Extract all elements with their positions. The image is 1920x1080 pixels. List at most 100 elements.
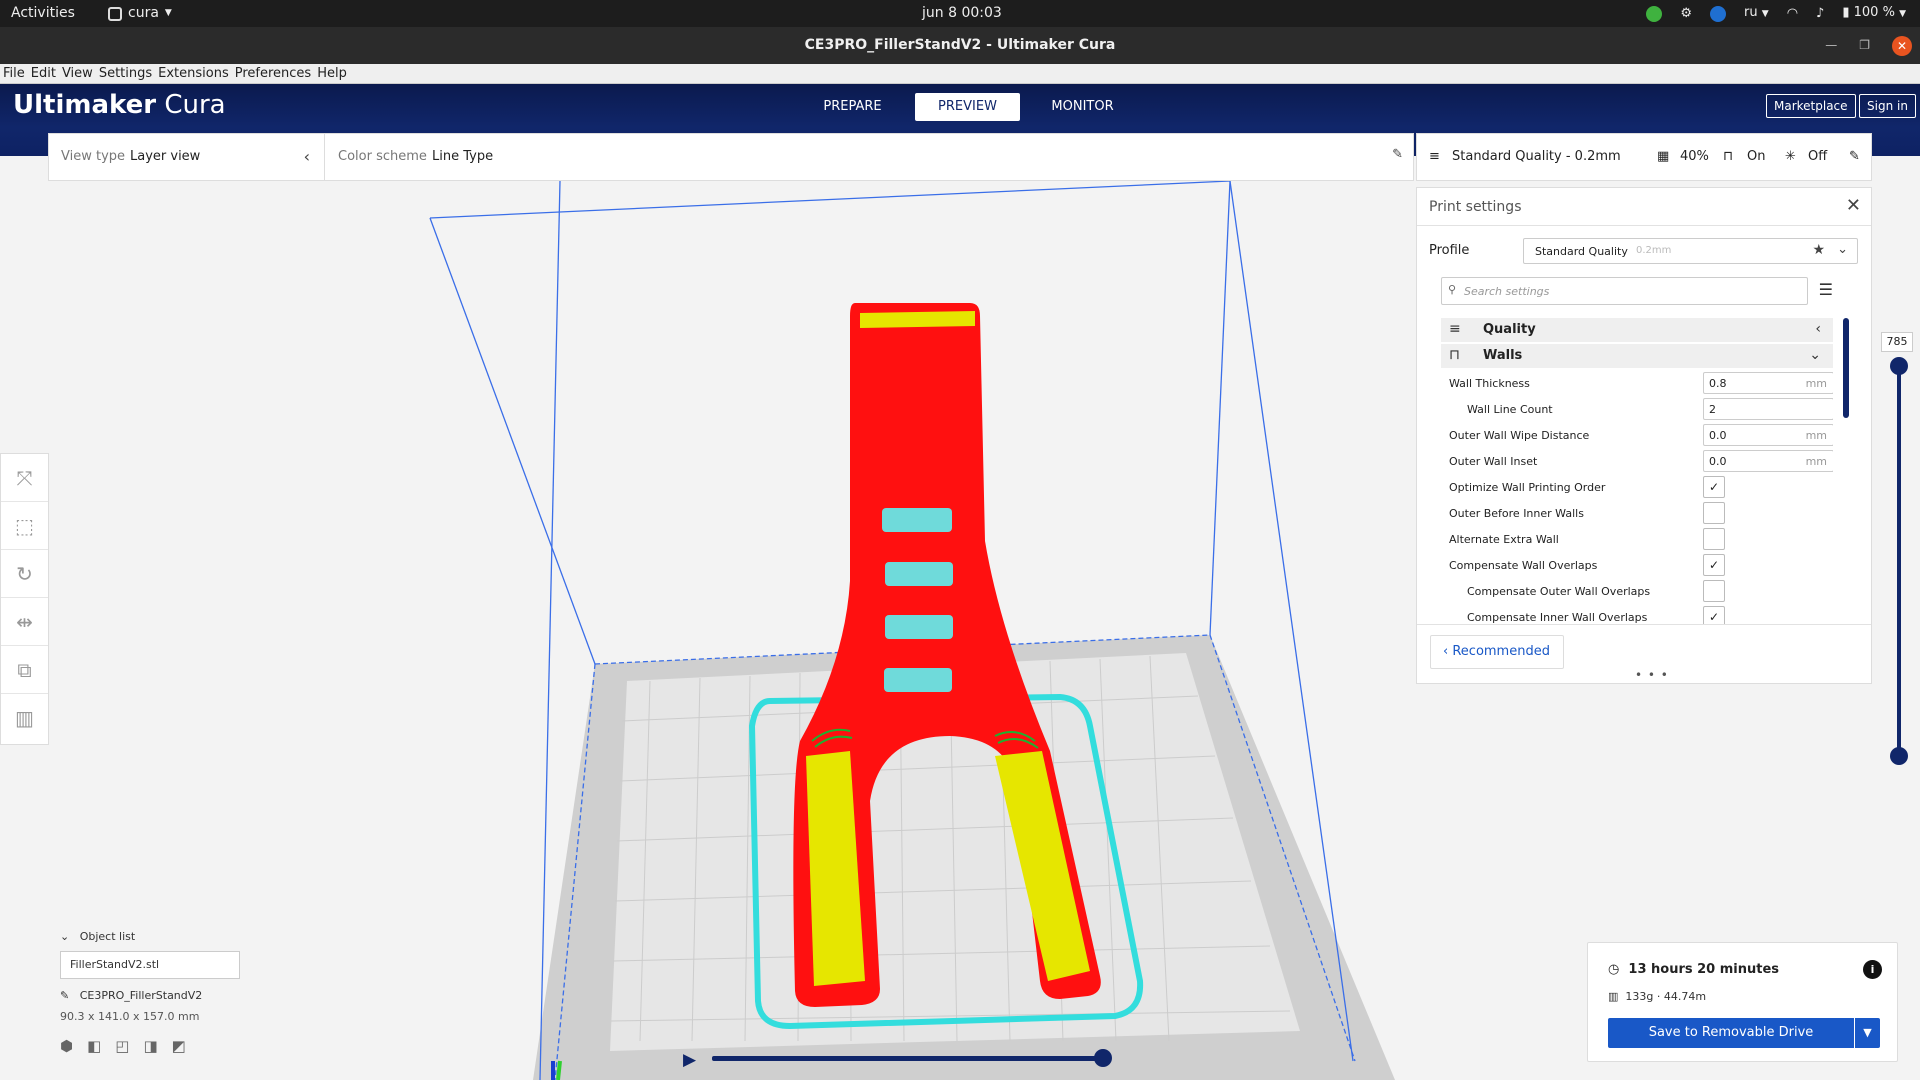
battery-status[interactable]: ▮ 100 % ▼ xyxy=(1842,0,1906,28)
chevron-down-icon: ⌄ xyxy=(1809,347,1821,363)
settings-scrollbar[interactable] xyxy=(1843,318,1849,418)
search-input[interactable]: ⚲ Search settings xyxy=(1441,277,1808,305)
path-slider-handle[interactable] xyxy=(1094,1049,1112,1067)
menu-view[interactable]: View xyxy=(62,64,93,83)
right-view-icon[interactable]: ◩ xyxy=(172,1037,186,1055)
menu-edit[interactable]: Edit xyxy=(31,64,56,83)
quality-icon: ≡ xyxy=(1449,321,1461,337)
brand-bold: Ultimaker xyxy=(13,90,157,120)
setting-optimize-wall-printing-order: Optimize Wall Printing Order ✓ xyxy=(1441,474,1833,500)
close-window-icon[interactable]: ✕ xyxy=(1892,35,1912,56)
model-slot-4 xyxy=(884,668,952,692)
move-tool-icon[interactable]: ⤧ xyxy=(1,454,48,502)
profile-value: Standard Quality xyxy=(1535,245,1628,258)
star-icon[interactable]: ★ xyxy=(1812,242,1825,258)
resize-handle-icon[interactable]: • • • xyxy=(1635,668,1669,682)
front-view-icon[interactable]: ◧ xyxy=(87,1037,101,1055)
update-status-icon[interactable] xyxy=(1646,5,1663,22)
project-name-row[interactable]: ✎ CE3PRO_FillerStandV2 xyxy=(60,989,360,1002)
system-tray[interactable]: ⚙ ru ▼ ◠ ♪ ▮ 100 % ▼ xyxy=(1646,0,1906,27)
volume-icon[interactable]: ♪ xyxy=(1816,0,1824,27)
color-scheme-value: Line Type xyxy=(432,149,494,164)
compensate-wall-overlaps-checkbox[interactable]: ✓ xyxy=(1703,554,1725,576)
profile-dropdown[interactable]: Standard Quality 0.2mm ★ ⌄ xyxy=(1523,238,1858,264)
layer-slider-track[interactable] xyxy=(1897,362,1901,756)
setting-label: Wall Thickness xyxy=(1449,377,1530,390)
wall-line-count-input[interactable]: 2 xyxy=(1703,398,1833,420)
support-blocker-icon[interactable]: ▥ xyxy=(1,694,48,742)
left-view-icon[interactable]: ◨ xyxy=(143,1037,157,1055)
field-unit: mm xyxy=(1805,429,1827,442)
axis-y xyxy=(556,1060,562,1080)
field-unit: mm xyxy=(1805,377,1827,390)
print-setup-bar[interactable]: ≡ Standard Quality - 0.2mm ▦ 40% ⊓ On ✳ … xyxy=(1416,133,1872,181)
compensate-outer-wall-overlaps-checkbox[interactable] xyxy=(1703,580,1725,602)
layer-slider-upper-handle[interactable] xyxy=(1890,357,1908,375)
profile-layer-height: 0.2mm xyxy=(1636,245,1672,256)
outer-before-inner-checkbox[interactable] xyxy=(1703,502,1725,524)
clock-icon: ◷ xyxy=(1608,962,1620,977)
scale-tool-icon[interactable]: ⬚ xyxy=(1,502,48,550)
save-to-removable-drive-button[interactable]: Save to Removable Drive xyxy=(1608,1018,1854,1048)
category-walls[interactable]: ⊓ Walls ⌄ xyxy=(1441,344,1833,368)
top-view-icon[interactable]: ◰ xyxy=(115,1037,129,1055)
print-time-value: 13 hours 20 minutes xyxy=(1628,962,1780,977)
app-menu[interactable]: cura ▼ xyxy=(108,0,172,27)
hp-printer-icon[interactable] xyxy=(1710,5,1727,22)
wifi-icon[interactable]: ◠ xyxy=(1787,0,1798,27)
tab-preview[interactable]: PREVIEW xyxy=(915,93,1020,121)
print-settings-header: Print settings ✕ xyxy=(1417,188,1871,226)
setting-outer-before-inner-walls: Outer Before Inner Walls xyxy=(1441,500,1833,526)
category-quality[interactable]: ≡ Quality ‹ xyxy=(1441,318,1833,342)
menu-file[interactable]: File xyxy=(3,64,25,83)
clock[interactable]: jun 8 00:03 xyxy=(922,0,1002,27)
layer-slider-lower-handle[interactable] xyxy=(1890,747,1908,765)
outer-wall-wipe-distance-input[interactable]: 0.0 mm xyxy=(1703,424,1833,446)
info-icon[interactable]: i xyxy=(1863,960,1882,979)
close-icon[interactable]: ✕ xyxy=(1846,195,1861,216)
recommended-button[interactable]: ‹ Recommended xyxy=(1430,635,1564,669)
chevron-down-icon: ▼ xyxy=(1899,9,1906,19)
menu-help[interactable]: Help xyxy=(317,64,347,83)
layer-number-input[interactable]: 785 xyxy=(1881,332,1913,352)
settings-menu-icon[interactable]: ☰ xyxy=(1819,280,1833,299)
sign-in-button[interactable]: Sign in xyxy=(1859,94,1916,118)
3d-view-icon[interactable]: ⬢ xyxy=(60,1037,73,1055)
activities-button[interactable]: Activities xyxy=(11,0,75,27)
pencil-icon[interactable]: ✎ xyxy=(1392,147,1403,162)
object-list-toggle[interactable]: ⌄ Object list xyxy=(60,930,360,943)
tab-prepare[interactable]: PREPARE xyxy=(800,93,905,121)
view-settings-bar: View type Layer view ‹ Color scheme Line… xyxy=(48,133,1414,181)
keyboard-layout[interactable]: ru ▼ xyxy=(1744,0,1769,28)
settings-list: ≡ Quality ‹ ⊓ Walls ⌄ Wall Thickness 0.8… xyxy=(1441,318,1833,624)
print-settings-panel: Print settings ✕ Profile Standard Qualit… xyxy=(1416,187,1872,684)
chevron-left-icon[interactable]: ‹ xyxy=(304,147,310,166)
model-slot-3 xyxy=(885,615,953,639)
screenshot-icon[interactable]: ⚙ xyxy=(1680,0,1692,27)
pencil-icon[interactable]: ✎ xyxy=(1849,149,1860,164)
per-model-settings-icon[interactable]: ⧉ xyxy=(1,646,48,694)
output-device-dropdown[interactable]: ▼ xyxy=(1855,1018,1880,1048)
play-icon[interactable]: ▶ xyxy=(683,1050,696,1070)
maximize-icon[interactable]: ❐ xyxy=(1859,27,1870,64)
menu-extensions[interactable]: Extensions xyxy=(158,64,229,83)
wall-thickness-input[interactable]: 0.8 mm xyxy=(1703,372,1833,394)
brand-light: Cura xyxy=(164,90,226,120)
object-list-item[interactable]: FillerStandV2.stl xyxy=(60,951,240,979)
minimize-icon[interactable]: — xyxy=(1825,27,1837,64)
menu-preferences[interactable]: Preferences xyxy=(235,64,311,83)
tab-monitor[interactable]: MONITOR xyxy=(1030,93,1135,121)
menu-settings[interactable]: Settings xyxy=(99,64,152,83)
model-slot-1 xyxy=(882,508,952,532)
compensate-inner-wall-overlaps-checkbox[interactable]: ✓ xyxy=(1703,606,1725,624)
path-slider-track[interactable] xyxy=(712,1056,1102,1061)
marketplace-button[interactable]: Marketplace xyxy=(1766,94,1856,118)
mirror-tool-icon[interactable]: ⇹ xyxy=(1,598,48,646)
alternate-extra-wall-checkbox[interactable] xyxy=(1703,528,1725,550)
optimize-wall-order-checkbox[interactable]: ✓ xyxy=(1703,476,1725,498)
rotate-tool-icon[interactable]: ↻ xyxy=(1,550,48,598)
chevron-left-icon: ‹ xyxy=(1443,644,1449,659)
outer-wall-inset-input[interactable]: 0.0 mm xyxy=(1703,450,1833,472)
support-icon: ⊓ xyxy=(1723,149,1734,164)
view-type-selector[interactable]: View type Layer view ‹ xyxy=(49,134,325,180)
